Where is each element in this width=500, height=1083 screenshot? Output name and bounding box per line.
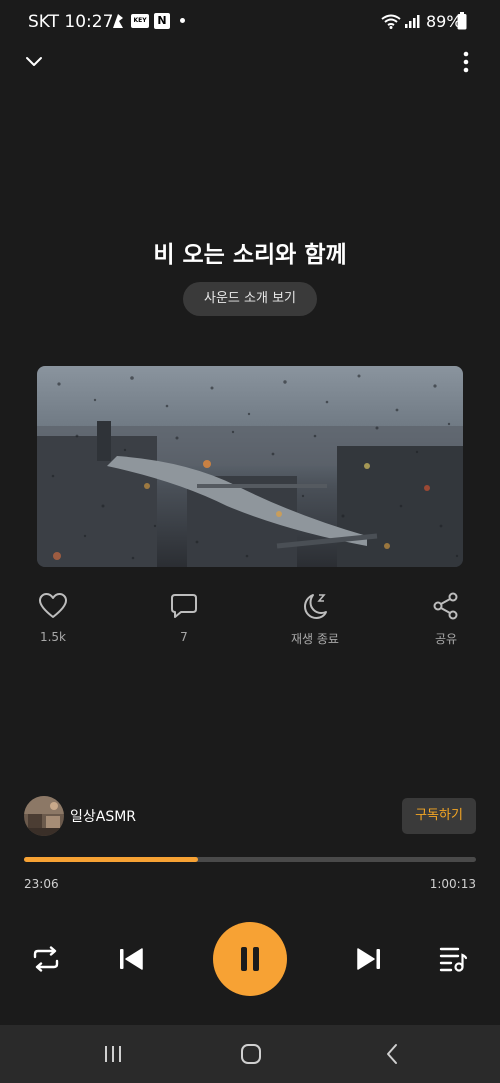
total-time: 1:00:13: [429, 877, 476, 891]
system-nav-bar: [0, 1025, 500, 1083]
status-time: SKT 10:27: [28, 12, 114, 32]
subscribe-button[interactable]: 구독하기: [402, 798, 476, 834]
like-count: 1.5k: [39, 630, 67, 644]
app-notification-icon: [110, 12, 126, 34]
skip-next-icon[interactable]: [354, 946, 384, 972]
track-title: 비 오는 소리와 함께: [153, 242, 347, 268]
pause-icon: [241, 947, 259, 971]
signal-icon: [404, 13, 420, 33]
skip-previous-icon[interactable]: [116, 946, 146, 972]
sound-intro-button[interactable]: 사운드 소개 보기: [183, 282, 317, 316]
back-icon[interactable]: [378, 1041, 406, 1067]
comment-action[interactable]: 7: [134, 592, 234, 644]
notification-dot: [180, 18, 185, 23]
sleep-timer-label: 재생 종료: [291, 632, 339, 646]
n-badge-icon: N: [154, 13, 170, 29]
home-icon[interactable]: [237, 1041, 265, 1067]
sleep-timer-action[interactable]: 재생 종료: [265, 592, 365, 647]
channel-name[interactable]: 일상ASMR: [70, 806, 136, 826]
player-screen: SKT 10:27 KEY N 89% 비 오는 소리와 함께 사운드 소개 보…: [0, 0, 500, 1083]
progress-fill: [24, 857, 198, 862]
chevron-down-icon[interactable]: [22, 50, 46, 74]
album-artwork: [37, 366, 463, 567]
share-label: 공유: [434, 632, 458, 646]
heart-icon: [39, 593, 67, 618]
like-action[interactable]: 1.5k: [3, 592, 103, 644]
status-bar: SKT 10:27 KEY N 89%: [0, 0, 500, 44]
playlist-icon[interactable]: [437, 944, 469, 974]
wifi-icon: [380, 13, 402, 33]
battery-icon: [457, 12, 467, 34]
elapsed-time: 23:06: [24, 877, 59, 891]
key-badge-icon: KEY: [131, 14, 149, 28]
channel-avatar[interactable]: [24, 796, 64, 836]
share-icon: [433, 592, 458, 620]
share-action[interactable]: 공유: [396, 592, 496, 647]
moon-icon: [304, 594, 327, 619]
comment-count: 7: [180, 630, 188, 644]
play-pause-button[interactable]: [213, 922, 287, 996]
more-vertical-icon[interactable]: [454, 50, 478, 74]
progress-bar[interactable]: [24, 857, 476, 862]
repeat-icon[interactable]: [30, 945, 62, 973]
recent-apps-icon[interactable]: [98, 1042, 128, 1066]
comment-icon: [171, 594, 197, 618]
